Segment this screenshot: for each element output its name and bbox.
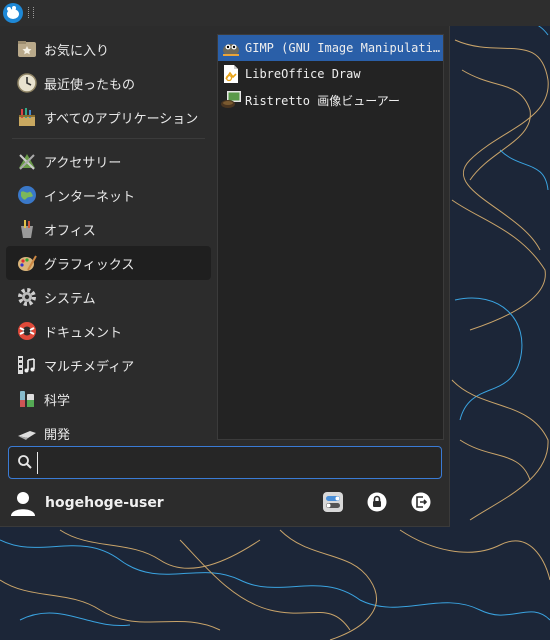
science-icon bbox=[16, 388, 38, 410]
graphics-icon bbox=[16, 252, 38, 274]
app-gimp[interactable]: GIMP (GNU Image Manipulation Program) bbox=[218, 35, 443, 61]
category-label: システム bbox=[44, 291, 96, 307]
category-label: アクセサリー bbox=[44, 155, 122, 171]
favorites-icon bbox=[16, 38, 38, 60]
category-system[interactable]: システム bbox=[6, 280, 211, 314]
category-documentation[interactable]: ドキュメント bbox=[6, 314, 211, 348]
accessories-icon bbox=[16, 150, 38, 172]
category-accessories[interactable]: アクセサリー bbox=[6, 144, 211, 178]
category-label: インターネット bbox=[44, 189, 136, 205]
top-panel bbox=[0, 0, 550, 26]
panel-handle[interactable] bbox=[28, 7, 34, 18]
app-label: GIMP (GNU Image Manipulation Program) bbox=[245, 41, 443, 55]
system-icon bbox=[16, 286, 38, 308]
category-label: すべてのアプリケーション bbox=[44, 111, 199, 127]
logout-icon bbox=[411, 492, 431, 512]
category-recent[interactable]: 最近使ったもの bbox=[6, 66, 211, 100]
category-label: オフィス bbox=[44, 223, 96, 239]
whisker-menu-button[interactable] bbox=[3, 3, 23, 23]
category-favorites[interactable]: お気に入り bbox=[6, 32, 211, 66]
category-label: マルチメディア bbox=[44, 359, 135, 375]
app-label: LibreOffice Draw bbox=[245, 67, 361, 81]
settings-manager-button[interactable] bbox=[321, 490, 345, 514]
application-menu: お気に入り 最近使ったもの すべてのアプリケーション アクセサリー インターネッ… bbox=[0, 26, 450, 527]
all-apps-icon bbox=[16, 106, 38, 128]
category-science[interactable]: 科学 bbox=[6, 382, 211, 416]
lock-icon bbox=[367, 492, 387, 512]
category-label: グラフィックス bbox=[44, 257, 135, 273]
username: hogehoge-user bbox=[45, 495, 164, 511]
category-internet[interactable]: インターネット bbox=[6, 178, 211, 212]
ristretto-icon bbox=[220, 89, 242, 111]
settings-toggle-icon bbox=[323, 492, 343, 512]
separator bbox=[12, 138, 205, 139]
category-list: お気に入り 最近使ったもの すべてのアプリケーション アクセサリー インターネッ… bbox=[6, 32, 211, 442]
multimedia-icon bbox=[16, 354, 38, 376]
search-icon bbox=[17, 454, 33, 474]
category-office[interactable]: オフィス bbox=[6, 212, 211, 246]
libreoffice-draw-icon bbox=[220, 63, 242, 85]
documentation-icon bbox=[16, 320, 38, 342]
category-graphics[interactable]: グラフィックス bbox=[6, 246, 211, 280]
gimp-icon bbox=[220, 37, 242, 59]
app-label: Ristretto 画像ビューアー bbox=[245, 93, 401, 108]
office-icon bbox=[16, 218, 38, 240]
recent-icon bbox=[16, 72, 38, 94]
category-label: 開発 bbox=[44, 427, 71, 443]
category-label: 科学 bbox=[44, 393, 71, 409]
search-box bbox=[8, 446, 442, 479]
xfce-mouse-icon bbox=[7, 6, 19, 19]
user-info: hogehoge-user bbox=[8, 486, 164, 520]
category-all-apps[interactable]: すべてのアプリケーション bbox=[6, 100, 211, 134]
app-libreoffice-draw[interactable]: LibreOffice Draw bbox=[218, 61, 443, 87]
internet-icon bbox=[16, 184, 38, 206]
avatar bbox=[11, 492, 35, 516]
app-ristretto[interactable]: Ristretto 画像ビューアー bbox=[218, 87, 443, 113]
logout-button[interactable] bbox=[409, 490, 433, 514]
category-label: お気に入り bbox=[44, 43, 110, 59]
application-list: GIMP (GNU Image Manipulation Program) Li… bbox=[217, 34, 444, 440]
category-label: ドキュメント bbox=[44, 325, 123, 341]
category-development[interactable]: 開発 bbox=[6, 416, 211, 442]
lock-screen-button[interactable] bbox=[365, 490, 389, 514]
category-multimedia[interactable]: マルチメディア bbox=[6, 348, 211, 382]
search-input[interactable] bbox=[37, 452, 439, 474]
category-label: 最近使ったもの bbox=[44, 77, 136, 93]
development-icon bbox=[16, 422, 38, 442]
